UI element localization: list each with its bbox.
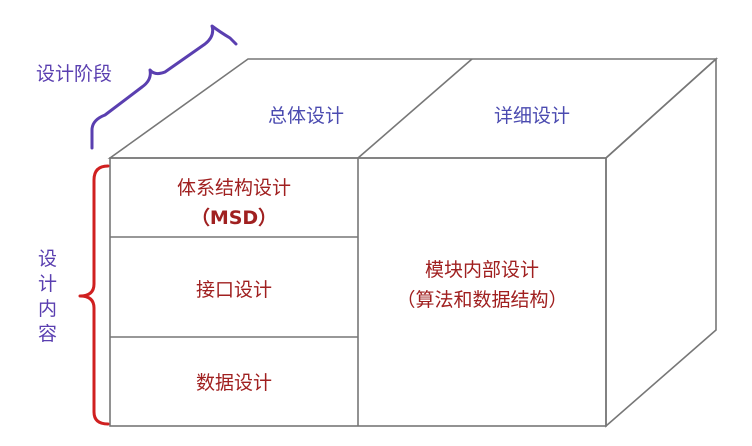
- content-label-char-3: 内: [38, 298, 57, 320]
- content-label: 设 计 内 容: [38, 248, 57, 345]
- design-cube-diagram: 设计阶段 设 计 内 容 总体设计 详细设计 体系结构设计 （MSD） 接口设计…: [36, 24, 719, 428]
- content-label-char-4: 容: [38, 323, 57, 345]
- interface-design-label: 接口设计: [196, 279, 272, 301]
- content-label-char-1: 设: [38, 248, 57, 270]
- module-internal-design-detail: （算法和数据结构）: [396, 289, 567, 311]
- architecture-design-abbrev: （MSD）: [191, 206, 277, 229]
- cube: [107, 57, 719, 428]
- module-internal-design-label: 模块内部设计: [425, 259, 539, 281]
- architecture-design-label: 体系结构设计: [177, 177, 291, 199]
- phase-overall-label: 总体设计: [268, 105, 344, 127]
- content-label-char-2: 计: [38, 273, 57, 295]
- phase-detailed-label: 详细设计: [494, 105, 570, 127]
- right-face: [605, 57, 717, 428]
- stage-bracket-brace: [90, 24, 238, 150]
- data-design-label: 数据设计: [196, 372, 272, 394]
- stage-label: 设计阶段: [36, 63, 112, 85]
- content-bracket-brace: [78, 164, 110, 426]
- top-face: [107, 58, 719, 159]
- top-phase-divider: [357, 58, 473, 159]
